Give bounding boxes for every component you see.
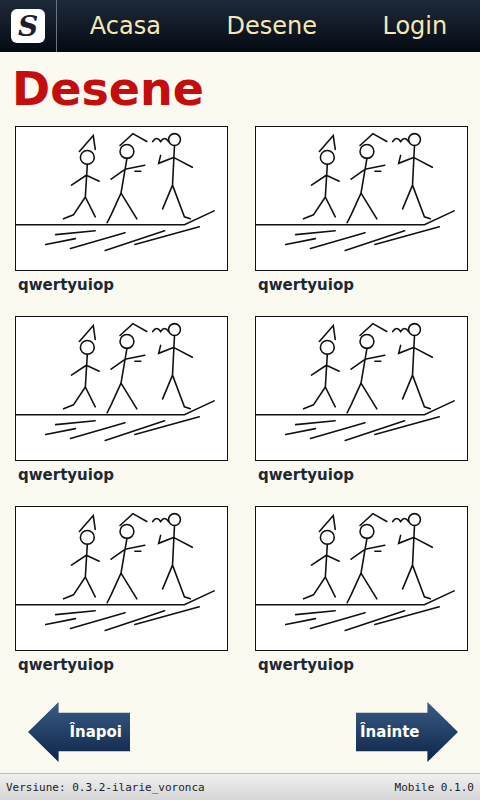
nav-item[interactable]: Desene [220, 12, 323, 40]
pager: Înapoi Înainte [0, 696, 480, 762]
drawing-title[interactable]: qwertyuiop [15, 651, 228, 674]
sketch-image [16, 317, 227, 460]
drawing-thumbnail[interactable] [15, 126, 228, 271]
sketch-image [16, 127, 227, 270]
drawing-title[interactable]: qwertyuiop [255, 271, 468, 294]
drawing-card[interactable]: qwertyuiop [15, 316, 228, 506]
sketch-image [16, 507, 227, 650]
content: Deseneqwertyuiopqwertyuiopqwertyuiopqwer… [0, 52, 480, 773]
version-label: Versiune: 0.3.2-ilarie_voronca [6, 781, 205, 794]
drawing-card[interactable]: qwertyuiop [15, 126, 228, 316]
drawing-thumbnail[interactable] [255, 126, 468, 271]
drawing-thumbnail[interactable] [255, 506, 468, 651]
drawing-card[interactable]: qwertyuiop [255, 506, 468, 696]
sketch-image [256, 507, 467, 650]
next-button[interactable]: Înainte [356, 702, 458, 762]
drawing-title[interactable]: qwertyuiop [15, 461, 228, 484]
top-bar: S Acasa Desene Login [0, 0, 480, 52]
drawing-title[interactable]: qwertyuiop [255, 461, 468, 484]
drawing-thumbnail[interactable] [15, 316, 228, 461]
back-button[interactable]: Înapoi [28, 702, 130, 762]
drawing-title[interactable]: qwertyuiop [255, 651, 468, 674]
drawing-card[interactable]: qwertyuiop [15, 506, 228, 696]
drawing-card[interactable]: qwertyuiop [255, 126, 468, 316]
logo-mark[interactable]: S [11, 9, 45, 43]
drawing-thumbnail[interactable] [15, 506, 228, 651]
status-bar: Versiune: 0.3.2-ilarie_voronca Mobile 0.1… [0, 773, 480, 800]
drawing-card[interactable]: qwertyuiop [255, 316, 468, 506]
nav-item[interactable]: Acasa [84, 12, 167, 40]
platform-label: Mobile 0.1.0 [395, 781, 474, 794]
sketch-image [256, 317, 467, 460]
drawings-grid: qwertyuiop qwertyuiop qwertyuiop qwertyuiop… [0, 118, 480, 696]
nav-item[interactable]: Login [376, 12, 453, 40]
nav-menu: Acasa Desene Login [57, 0, 480, 52]
drawing-thumbnail[interactable] [255, 316, 468, 461]
logo[interactable]: S [0, 0, 57, 52]
sketch-image [256, 127, 467, 270]
drawing-title[interactable]: qwertyuiop [15, 271, 228, 294]
page-heading: Desene [12, 60, 480, 118]
